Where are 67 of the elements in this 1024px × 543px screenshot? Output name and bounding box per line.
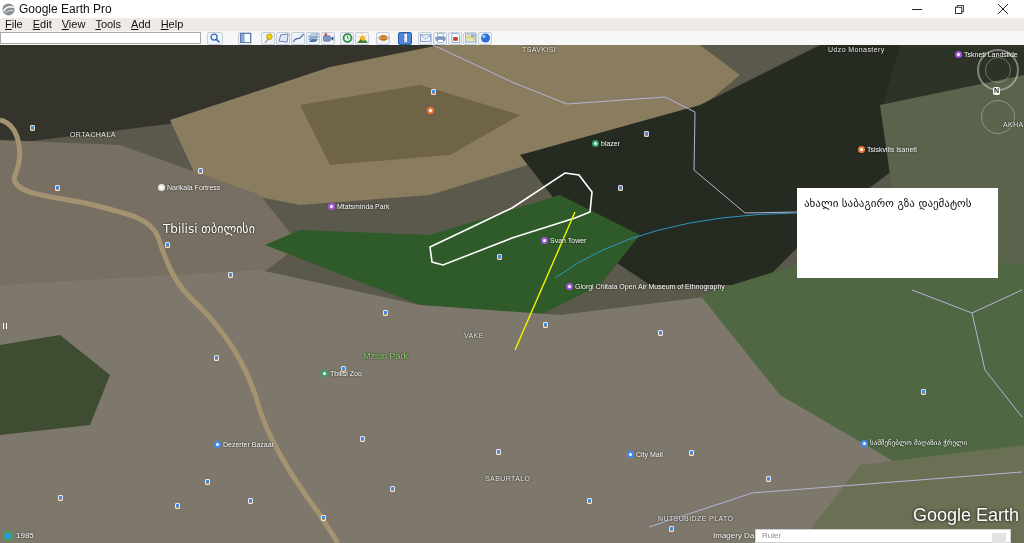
pin-icon[interactable] — [566, 283, 573, 290]
photo-pin-icon[interactable] — [30, 125, 35, 131]
photo-pin-icon[interactable] — [321, 515, 326, 521]
imagery-date-text: Imagery Da — [713, 532, 755, 540]
photo-pin-icon[interactable] — [205, 479, 210, 485]
map-icon — [464, 33, 476, 43]
photo-pin-icon[interactable] — [58, 495, 63, 501]
close-icon — [997, 4, 1008, 14]
photo-pin-icon[interactable] — [175, 503, 180, 509]
photo-pin-icon[interactable] — [543, 322, 548, 328]
photo-pin-icon[interactable] — [55, 185, 60, 191]
pin-icon[interactable] — [858, 146, 865, 153]
photo-pin-icon[interactable] — [618, 185, 623, 191]
panel-title: Ruler — [762, 532, 782, 540]
photo-pin-icon[interactable] — [644, 131, 649, 137]
path-icon — [292, 33, 304, 43]
photo-pin-icon[interactable] — [496, 449, 501, 455]
planet-icon — [377, 33, 389, 43]
globe-icon — [479, 33, 491, 43]
clock-icon — [341, 33, 353, 43]
search-field[interactable] — [0, 32, 201, 44]
search-button[interactable] — [207, 31, 223, 45]
timeline-year: 1985 — [16, 532, 34, 540]
menu-item[interactable]: View — [59, 19, 88, 30]
polygon-icon — [277, 33, 289, 43]
photo-pin-icon[interactable] — [165, 242, 170, 248]
photo-pin-icon[interactable] — [228, 272, 233, 278]
restore-icon — [955, 4, 964, 14]
photo-pin-icon[interactable] — [587, 498, 592, 504]
pause-icon[interactable] — [3, 323, 7, 329]
timeline-globe-icon[interactable] — [3, 531, 13, 541]
photo-pin-icon[interactable] — [383, 310, 388, 316]
photo-pin-icon[interactable] — [766, 476, 771, 482]
menu-item[interactable]: File — [3, 19, 25, 30]
menu-item[interactable]: Edit — [30, 19, 54, 30]
photo-pin-icon[interactable] — [360, 436, 365, 442]
photo-pin-icon[interactable] — [669, 526, 674, 532]
photo-pin-icon[interactable] — [658, 330, 663, 336]
layers-icon — [307, 33, 319, 43]
photo-pin-icon[interactable] — [497, 254, 502, 260]
pin-icon[interactable] — [541, 237, 548, 244]
toolbar-button[interactable] — [398, 31, 412, 45]
minimize-icon — [911, 8, 922, 10]
pushpin-icon — [262, 33, 274, 43]
app-logo-text: Google Earth — [913, 506, 1020, 524]
photo-pin-icon[interactable] — [248, 498, 253, 504]
pin-icon[interactable] — [955, 51, 962, 58]
pin-icon[interactable] — [861, 440, 868, 447]
photo-pin-icon[interactable] — [689, 450, 694, 456]
pin-icon[interactable] — [592, 140, 599, 147]
search-icon — [210, 33, 220, 43]
sun-icon — [356, 33, 368, 43]
park-label: Mziuri Park — [363, 352, 408, 361]
menu-item[interactable]: Tools — [93, 19, 124, 30]
city-label: Tbilisi თბილისი — [163, 223, 255, 235]
pin-icon[interactable] — [328, 203, 335, 210]
menu-item[interactable]: Add — [129, 19, 153, 30]
window-title: Google Earth Pro — [19, 3, 112, 15]
callout-text: ახალი საბაგირო გზა დაემატოს — [804, 197, 973, 211]
photo-pin-icon[interactable] — [390, 486, 395, 492]
video-camera-icon — [322, 33, 334, 43]
photo-pin-icon[interactable] — [431, 89, 436, 95]
photo-pin-icon[interactable] — [921, 389, 926, 395]
photo-pin-icon[interactable] — [214, 355, 219, 361]
photo-pin-icon[interactable] — [198, 168, 203, 174]
menu-item[interactable]: Help — [158, 19, 186, 30]
photo-pin-icon[interactable] — [341, 366, 346, 372]
